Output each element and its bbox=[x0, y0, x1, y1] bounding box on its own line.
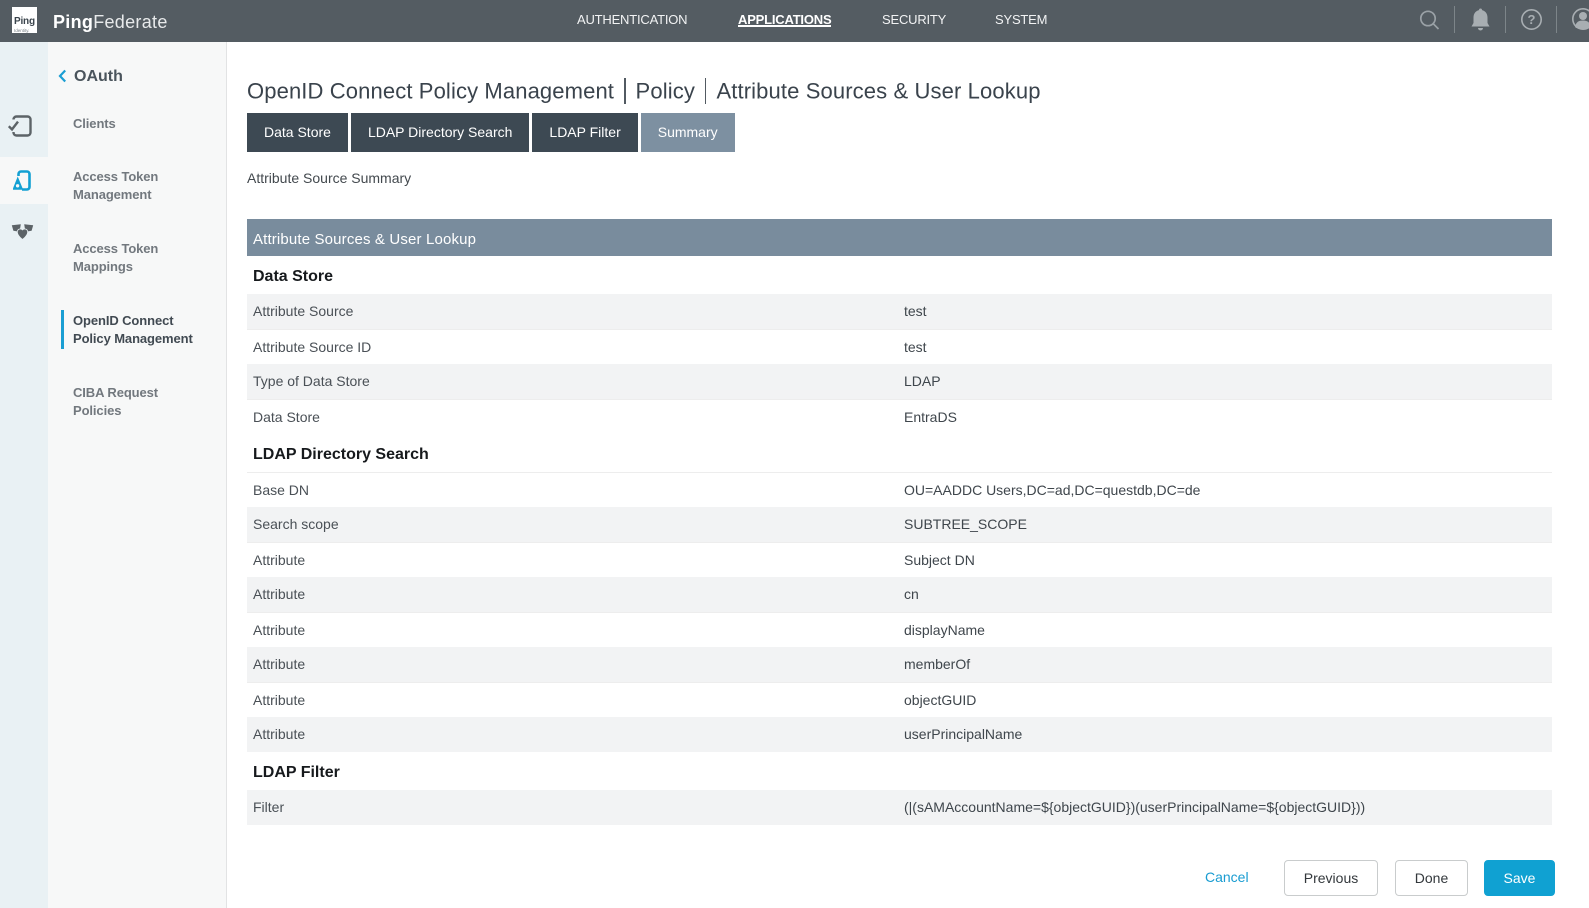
svg-text:?: ? bbox=[1528, 12, 1536, 27]
